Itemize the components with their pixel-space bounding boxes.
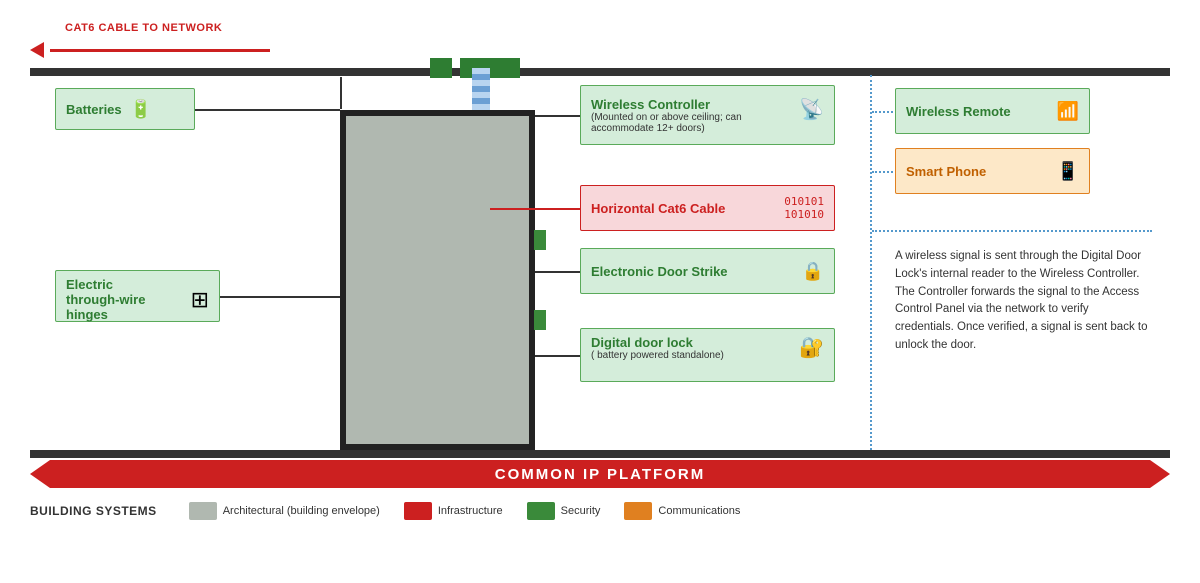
connector-cat6-h (490, 208, 580, 210)
wr-icon: 📶 (1057, 101, 1079, 122)
wr-label: Wireless Remote (906, 104, 1011, 119)
smart-phone-box: Smart Phone 📱 (895, 148, 1090, 194)
cat6-arrow (30, 42, 270, 58)
dotted-line-desc (872, 230, 1152, 232)
legend-title: BUILDING SYSTEMS (30, 504, 157, 518)
hinges-box: Electric through-wire hinges ⊞ (55, 270, 220, 322)
connector-eds (535, 271, 580, 273)
wireless-remote-box: Wireless Remote 📶 (895, 88, 1090, 134)
arrow-right-head (1150, 460, 1170, 488)
description-text: A wireless signal is sent through the Di… (895, 248, 1150, 355)
connector-wireless-controller (535, 115, 580, 117)
connector-batteries-v (340, 77, 342, 109)
legend-swatch-security (527, 502, 555, 520)
digital-door-lock-box: Digital door lock ( battery powered stan… (580, 328, 835, 382)
legend-text-architectural: Architectural (building envelope) (223, 505, 380, 517)
cat6-arrow-head (30, 42, 44, 58)
dotted-separator (870, 75, 872, 450)
door-green-box-2 (534, 310, 546, 330)
sp-icon: 📱 (1057, 161, 1079, 182)
legend-swatch-infrastructure (404, 502, 432, 520)
door-frame (340, 110, 535, 450)
arrow-body: COMMON IP PLATFORM (50, 460, 1150, 488)
electronic-door-strike-box: Electronic Door Strike 🔒 (580, 248, 835, 294)
wc-label: Wireless Controller (591, 97, 791, 112)
dotted-line-sp (872, 171, 897, 173)
legend-swatch-architectural (189, 502, 217, 520)
batteries-icon: 🔋 (130, 99, 152, 120)
common-ip-label: COMMON IP PLATFORM (495, 466, 705, 483)
connector-ddl (535, 355, 580, 357)
green-connector-2 (460, 58, 520, 78)
cat6-arrow-line (50, 49, 270, 52)
ddl-label: Digital door lock (591, 335, 791, 350)
hinges-icon: ⊞ (191, 287, 209, 313)
legend-swatch-communications (624, 502, 652, 520)
top-network-line (30, 68, 1170, 76)
wc-icon: 📡 (799, 97, 824, 122)
connector-batteries-h (195, 109, 340, 111)
wc-sublabel: (Mounted on or above ceiling; can accomm… (591, 112, 791, 134)
arrow-left-head (30, 460, 50, 488)
green-connector-1 (430, 58, 452, 78)
legend-item-communications: Communications (624, 502, 740, 520)
hcat6-icon: 010101101010 (784, 195, 824, 221)
diagram-container: CAT6 CABLE TO NETWORK Batteries 🔋 Electr… (0, 0, 1200, 583)
legend-item-infrastructure: Infrastructure (404, 502, 503, 520)
cat6-label: CAT6 CABLE TO NETWORK (65, 22, 222, 34)
hcat6-label: Horizontal Cat6 Cable (591, 201, 725, 216)
batteries-label: Batteries (66, 102, 122, 117)
ddl-icon: 🔐 (799, 335, 824, 360)
hinges-label2: through-wire hinges (66, 292, 185, 322)
door-green-box-1 (534, 230, 546, 250)
connector-hinges (220, 296, 340, 298)
legend-item-architectural: Architectural (building envelope) (189, 502, 380, 520)
legend-text-security: Security (561, 505, 601, 517)
batteries-box: Batteries 🔋 (55, 88, 195, 130)
horizontal-cat6-box: Horizontal Cat6 Cable 010101101010 (580, 185, 835, 231)
legend-item-security: Security (527, 502, 601, 520)
eds-label: Electronic Door Strike (591, 264, 728, 279)
legend-text-infrastructure: Infrastructure (438, 505, 503, 517)
bottom-line (30, 450, 1170, 458)
wireless-controller-box: Wireless Controller (Mounted on or above… (580, 85, 835, 145)
legend: BUILDING SYSTEMS Architectural (building… (30, 502, 740, 520)
legend-text-communications: Communications (658, 505, 740, 517)
ddl-sublabel: ( battery powered standalone) (591, 350, 791, 361)
eds-icon: 🔒 (802, 261, 824, 282)
sp-label: Smart Phone (906, 164, 986, 179)
common-ip-arrow: COMMON IP PLATFORM (30, 460, 1170, 488)
hinges-label: Electric (66, 277, 185, 292)
dotted-line-wr (872, 111, 897, 113)
